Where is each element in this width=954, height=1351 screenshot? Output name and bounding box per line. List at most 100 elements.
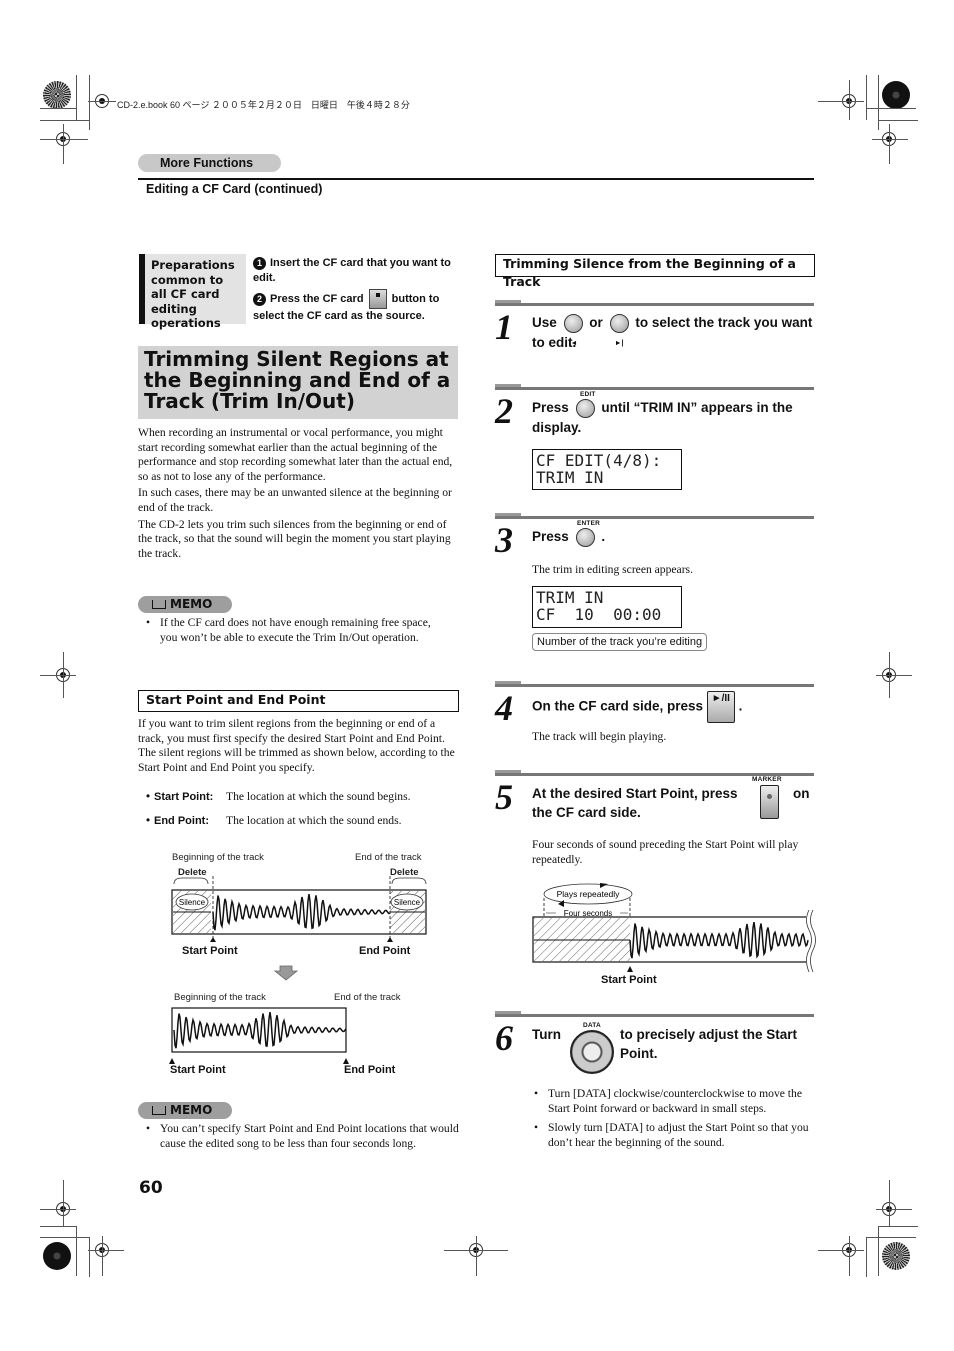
marker-button-icon [760, 785, 779, 819]
enter-caption: ENTER [577, 520, 601, 527]
label-start-point: Start Point [601, 974, 657, 986]
step-number: 2 [495, 391, 513, 431]
step-text-part: . [738, 698, 743, 714]
memo-list: You can’t specify Start Point and End Po… [138, 1122, 460, 1151]
data-dial-icon [570, 1030, 614, 1074]
arrow-up-icon [387, 937, 393, 942]
step-text-part: Press [532, 529, 569, 544]
prep-step-2: 2 Press the CF card button to select the … [253, 289, 458, 324]
paragraph: In such cases, there may be an unwanted … [138, 486, 452, 514]
book-icon [152, 600, 166, 609]
arrow-down-icon [274, 965, 298, 981]
edit-button-icon [575, 398, 595, 418]
waveform-before-diagram: Silence Silence [171, 876, 427, 942]
paragraph: When recording an instrumental or vocal … [138, 426, 453, 483]
label-end-point: End Point [344, 1064, 396, 1076]
crop-line [102, 1236, 103, 1276]
crop-line [40, 1209, 76, 1210]
step-divider [495, 681, 814, 687]
paragraph: The CD-2 lets you trim such silences fro… [138, 517, 451, 560]
definition-end: • End Point: The location at which the sou… [146, 814, 402, 827]
step-4-note: The track will begin playing. [532, 730, 667, 743]
crop-line [63, 124, 64, 164]
lcd-line: CF EDIT(4/8): [536, 451, 662, 470]
crop-line [40, 1237, 90, 1238]
step-number: 5 [495, 777, 513, 817]
step-number: 3 [495, 520, 513, 560]
memo-list: If the CF card does not have enough rema… [138, 616, 438, 645]
previous-track-button-icon: |◄ [563, 313, 583, 347]
start-end-heading: Start Point and End Point [138, 690, 459, 712]
page-subtitle: Editing a CF Card (continued) [146, 182, 323, 196]
prep-step-1: 1 Insert the CF card that you want to edi… [253, 256, 458, 286]
loop-label: Plays repeatedly [557, 889, 621, 899]
memo-label: MEMO [170, 597, 213, 611]
waveform-after-diagram [169, 1007, 349, 1064]
crop-line [40, 675, 76, 676]
definition-term: Start Point: [154, 791, 214, 803]
start-end-intro: If you want to trim silent regions from … [138, 717, 455, 774]
prep-step-text: Insert the CF card that you want to edit… [253, 257, 451, 284]
memo-badge: MEMO [138, 596, 232, 613]
step-text-part: Use [532, 315, 557, 330]
step-2-text: Press until “TRIM IN” appears in the dis… [532, 398, 814, 437]
label-beginning: Beginning of the track [172, 852, 264, 863]
step-divider [495, 384, 814, 390]
crop-line [866, 1237, 916, 1238]
preparations-box: Preparations common to all CF card editi… [139, 254, 246, 330]
right-heading: Trimming Silence from the Beginning of a… [495, 254, 815, 289]
step-6-text: to precisely adjust the Start Point. [620, 1027, 798, 1061]
crop-line [872, 139, 908, 140]
definition-term: End Point: [154, 815, 209, 827]
crop-line [889, 1180, 890, 1226]
step-6-turn: Turn [532, 1027, 561, 1042]
track-number-callout: Number of the track you’re editing [532, 633, 708, 651]
edit-caption: EDIT [580, 391, 596, 398]
crop-line [818, 1250, 864, 1251]
label-end: End of the track [334, 992, 401, 1003]
lcd-display-trim-in: TRIM IN CF 10 00:00 [532, 586, 682, 628]
plays-repeatedly-diagram: Plays repeatedly Four seconds [532, 883, 816, 973]
step-text-part: Press [532, 400, 569, 415]
crop-line [63, 652, 64, 698]
crop-line [889, 652, 890, 698]
crop-line [40, 1226, 77, 1227]
lcd-display-edit: CF EDIT(4/8): TRIM IN [532, 449, 682, 490]
prep-step-text: Press the CF card [270, 292, 364, 305]
step-divider [495, 1011, 814, 1017]
definition-list: • Start Point: The location at which the s… [146, 790, 466, 829]
page-number: 60 [139, 1178, 163, 1198]
step-divider [495, 300, 814, 306]
crop-line [866, 1237, 867, 1277]
cf-card-button-icon [368, 289, 387, 309]
span-label: Four seconds [564, 909, 612, 918]
step-text-part: the CF card side. [532, 805, 641, 820]
color-target-icon [882, 81, 910, 109]
print-metadata: CD-2.e.book 60 ページ ２００５年２月２０日 日曜日 午後４時２８… [117, 100, 410, 110]
step-3-text: Press . [532, 527, 814, 547]
label-start-point: Start Point [170, 1064, 226, 1076]
crop-line [889, 124, 890, 164]
color-target-icon [882, 1242, 910, 1270]
next-track-button-icon: ►| [609, 313, 629, 347]
step-text-part: . [601, 529, 606, 544]
step-6-bullets: Turn [DATA] clockwise/counterclockwise t… [526, 1087, 816, 1150]
step-divider [495, 513, 814, 519]
crop-line [89, 1237, 90, 1277]
step-text-part: until “TRIM IN” appears in the display. [532, 400, 793, 435]
step-5-note: Four seconds of sound preceding the Star… [532, 838, 799, 866]
crop-line [76, 1226, 77, 1276]
header-rule [138, 178, 814, 180]
label-beginning: Beginning of the track [174, 992, 266, 1003]
crop-line [63, 1180, 64, 1226]
memo-label: MEMO [170, 1103, 213, 1117]
step-number: 1 [495, 307, 513, 347]
step-text-part: At the desired Start Point, press [532, 786, 738, 801]
step-5-text: At the desired Start Point, press the CF… [532, 784, 752, 822]
bullet-item: Slowly turn [DATA] to adjust the Start P… [526, 1121, 816, 1150]
crop-line [849, 80, 850, 120]
crop-line [40, 108, 77, 109]
arrow-up-icon [627, 966, 633, 972]
silence-label-left: Silence [179, 898, 206, 907]
crop-line [476, 1236, 477, 1276]
